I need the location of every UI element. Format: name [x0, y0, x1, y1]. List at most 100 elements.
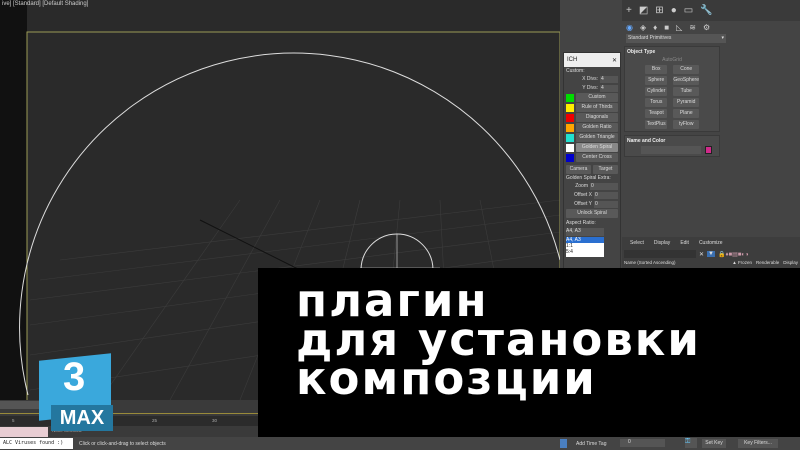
modify-tab-icon[interactable]: ◩ — [639, 5, 648, 16]
scene-menu-select[interactable]: Select — [630, 240, 644, 246]
guide-button[interactable]: Golden Spiral — [576, 143, 618, 152]
scene-menu-edit[interactable]: Edit — [680, 240, 689, 246]
object-button[interactable]: Pyramid — [673, 98, 699, 107]
name-color-rollout: Name and Color — [624, 135, 720, 157]
color-swatch[interactable] — [705, 146, 712, 154]
y-divs-input[interactable]: 4 — [600, 84, 618, 92]
ich-plugin-panel: ICH ✕ Custom: X Divs: 4 Y Divs: 4 Custom Rul… — [563, 52, 621, 270]
motion-tab-icon[interactable]: ● — [671, 5, 677, 16]
guide-button[interactable]: Diagonals — [576, 113, 618, 122]
guide-color-swatch[interactable] — [566, 123, 574, 132]
object-button[interactable]: Sphere — [645, 76, 668, 85]
guide-button[interactable]: Golden Triangle — [576, 133, 618, 142]
offset-y-label: Offset Y — [574, 201, 592, 207]
object-button[interactable]: Cylinder — [645, 87, 668, 96]
zoom-input[interactable]: 0 — [590, 182, 618, 190]
lights-icon[interactable]: ♦ — [653, 23, 657, 32]
zoom-label: Zoom — [575, 183, 588, 189]
col-display[interactable]: Display — [783, 260, 798, 265]
y-divs-label: Y Divs: — [582, 85, 598, 91]
viewport-label[interactable]: ive] [Standard] [Default Shading] — [2, 1, 88, 7]
offset-x-input[interactable]: 0 — [594, 191, 618, 199]
camera-button[interactable]: Camera — [566, 165, 591, 174]
helpers-icon[interactable]: ◺ — [676, 23, 682, 32]
col-renderable[interactable]: Renderable — [756, 260, 779, 265]
geometry-icon[interactable]: ◉ — [626, 23, 633, 32]
guide-button[interactable]: Rule of Thirds — [576, 103, 618, 112]
col-frozen[interactable]: ▲ Frozen — [732, 260, 752, 265]
guide-color-swatch[interactable] — [566, 143, 574, 152]
tick-label: 30 — [212, 418, 218, 423]
status-bar: ALC Viruses found :) Click or click-and-… — [0, 437, 800, 450]
tick-label: 5 — [12, 418, 15, 423]
guide-color-swatch[interactable] — [566, 133, 574, 142]
name-color-heading[interactable]: Name and Color — [627, 138, 717, 144]
scene-search-input[interactable] — [624, 250, 696, 258]
guide-button[interactable]: Center Cross — [576, 153, 618, 162]
guide-color-swatch[interactable] — [566, 103, 574, 112]
filter-icon[interactable]: ▼ — [707, 251, 715, 257]
category-dropdown[interactable]: Standard Primitives ▾ — [626, 34, 726, 43]
unlock-spiral-button[interactable]: Unlock Spiral — [566, 209, 618, 218]
close-icon[interactable]: ✕ — [612, 57, 617, 64]
set-key-button[interactable]: Set Key — [702, 439, 726, 448]
key-filters-button[interactable]: Key Filters... — [738, 439, 778, 448]
ich-title: ICH — [567, 57, 578, 63]
object-button[interactable]: Teapot — [645, 109, 668, 118]
object-button[interactable]: Plane — [673, 109, 699, 118]
hierarchy-tab-icon[interactable]: ⊞ — [655, 5, 663, 16]
clear-icon[interactable]: ✕ — [699, 251, 704, 258]
guide-row: Rule of Thirds — [566, 103, 618, 112]
add-time-tag[interactable]: Add Time Tag — [576, 441, 606, 447]
shapes-icon[interactable]: ◈ — [640, 23, 646, 32]
guide-color-swatch[interactable] — [566, 93, 574, 102]
guide-color-swatch[interactable] — [566, 153, 574, 162]
key-icon[interactable]: ⚿ — [685, 438, 697, 448]
offset-y-input[interactable]: 0 — [594, 200, 618, 208]
guide-color-swatch[interactable] — [566, 113, 574, 122]
x-divs-label: X Divs: — [582, 76, 598, 82]
object-button[interactable]: Cone — [673, 65, 699, 74]
maxscript-listener[interactable]: ALC Viruses found :) — [0, 438, 73, 449]
autogrid-checkbox[interactable]: AutoGrid — [627, 57, 717, 63]
aspect-list[interactable]: A4, A3 1:1 5:4 — [566, 237, 604, 257]
object-type-heading[interactable]: Object Type — [627, 49, 717, 55]
aspect-label: Aspect Ratio: — [566, 220, 596, 226]
target-button[interactable]: Target — [593, 165, 618, 174]
guide-button[interactable]: Custom — [576, 93, 618, 102]
object-type-rollout: Object Type AutoGrid Box Cone Sphere GeoSph… — [624, 46, 720, 132]
guide-row: Diagonals — [566, 113, 618, 122]
utilities-tab-icon[interactable]: 🔧 — [700, 5, 712, 16]
cameras-icon[interactable]: ■ — [664, 23, 669, 32]
object-button[interactable]: GeoSphere — [673, 76, 699, 85]
create-tab-icon[interactable]: + — [626, 5, 632, 16]
scene-explorer: Select Display Edit Customize ✕ ▼ 🔒♦■▤■◐◑ Nam… — [622, 237, 800, 270]
spacewarps-icon[interactable]: ≋ — [689, 23, 696, 32]
guide-button[interactable]: Golden Ratio — [576, 123, 618, 132]
object-button[interactable]: Box — [645, 65, 668, 74]
time-tag-icon[interactable] — [560, 439, 567, 448]
3dsmax-logo: 3 MAX — [35, 353, 115, 433]
object-button[interactable]: Tube — [673, 87, 699, 96]
guide-row: Golden Ratio — [566, 123, 618, 132]
x-divs-input[interactable]: 4 — [600, 75, 618, 83]
col-name[interactable]: Name (Sorted Ascending) — [624, 260, 728, 265]
toolbar-icons[interactable]: 🔒♦■▤■◐◑ — [718, 251, 749, 258]
guide-row: Custom — [566, 93, 618, 102]
display-tab-icon[interactable]: ▭ — [684, 5, 693, 16]
guide-row: Golden Triangle — [566, 133, 618, 142]
frame-input[interactable]: 0 — [620, 439, 665, 447]
object-button[interactable]: TextPlus — [645, 120, 668, 129]
guide-row: Center Cross — [566, 153, 618, 162]
scene-menu-customize[interactable]: Customize — [699, 240, 723, 246]
aspect-option[interactable]: 5:4 — [566, 249, 604, 255]
object-button[interactable]: tyFlow — [673, 120, 699, 129]
systems-icon[interactable]: ⚙ — [703, 23, 710, 32]
custom-label: Custom: — [566, 68, 585, 74]
command-panel: + ◩ ⊞ ● ▭ 🔧 ◉ ◈ ♦ ■ ◺ ≋ ⚙ Standard Primitives ▾ Obje… — [622, 0, 800, 270]
object-name-input[interactable] — [641, 146, 701, 154]
aspect-dropdown[interactable]: A4, A3 — [566, 228, 604, 236]
time-slider[interactable] — [0, 401, 40, 409]
scene-menu-display[interactable]: Display — [654, 240, 670, 246]
object-button[interactable]: Torus — [645, 98, 668, 107]
